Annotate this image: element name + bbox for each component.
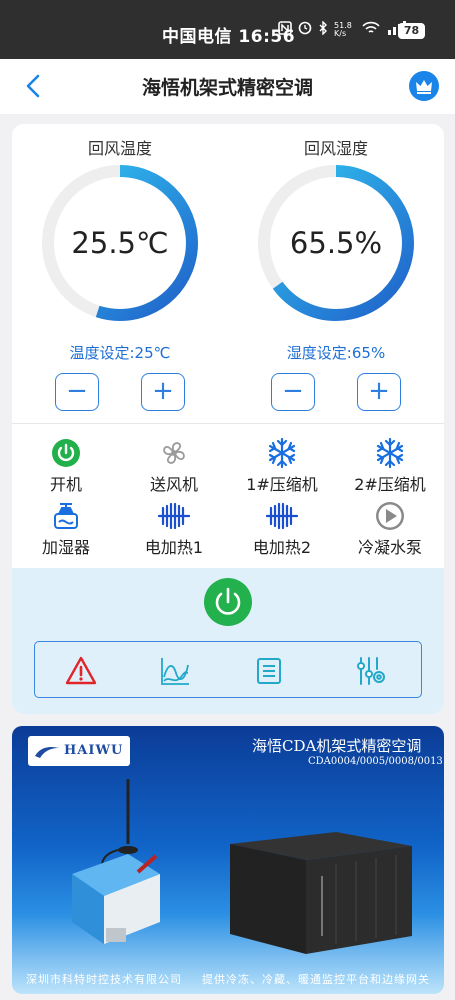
device-power[interactable]: 开机 [12, 437, 120, 497]
battery-indicator: 78 [398, 23, 425, 39]
device-label: 开机 [49, 475, 82, 494]
humidity-setpoint: 湿度设定:65% [286, 344, 386, 362]
fan-icon [163, 442, 185, 464]
pump-play-icon [376, 502, 404, 530]
device-label: 2#压缩机 [354, 475, 426, 494]
temperature-value: 25.5℃ [71, 226, 169, 260]
device-electric-heater-2[interactable]: 电加热2 [228, 500, 336, 560]
temperature-gauge: 回风温度 25.5℃ 温度设定:25℃ − + [12, 124, 228, 414]
humidity-decrease-button[interactable]: − [271, 373, 315, 411]
temperature-setpoint: 温度设定:25℃ [69, 344, 171, 362]
list-icon[interactable] [253, 655, 285, 687]
banner-models: CDA0004/0005/0008/0013 [308, 756, 443, 767]
power-on-icon [52, 439, 80, 467]
nav-bar: 海悟机架式精密空调 [0, 59, 455, 114]
status-icons: 51.8 K/s [278, 20, 406, 39]
page-title: 海悟机架式精密空调 [141, 77, 313, 99]
net-speed: 51.8 K/s [334, 21, 352, 38]
humidifier-icon [54, 503, 78, 529]
device-label: 送风机 [149, 475, 198, 494]
banner-slogan: 提供冷冻、冷藏、暖通监控平台和边缘网关 [202, 973, 430, 986]
brand-name: HAIWU [64, 743, 124, 758]
temperature-increase-button[interactable]: + [141, 373, 185, 411]
settings-sliders-icon[interactable] [355, 655, 387, 687]
crown-icon[interactable] [409, 71, 439, 101]
device-compressor-2[interactable]: 2#压缩机 [336, 437, 444, 497]
product-banner[interactable]: HAIWU 海悟CDA机架式精密空调 CDA0004/0005/0008/001… [12, 726, 444, 994]
snowflake-icon [376, 437, 404, 469]
heater-icon [266, 502, 298, 530]
device-compressor-1[interactable]: 1#压缩机 [228, 437, 336, 497]
function-toolbar [34, 641, 422, 698]
alarm-clock-icon [298, 21, 312, 39]
main-card: 回风温度 25.5℃ 温度设定:25℃ − + 回风湿度 65.5% 湿度设定:… [12, 124, 444, 714]
status-carrier-time: 中国电信 16:56 [162, 27, 296, 47]
bluetooth-icon [318, 20, 328, 39]
device-label: 冷凝水泵 [357, 538, 422, 557]
brand-logo: HAIWU [28, 736, 130, 766]
power-icon [215, 587, 241, 615]
device-electric-heater-1[interactable]: 电加热1 [120, 500, 228, 560]
divider [12, 423, 444, 424]
device-supply-fan[interactable]: 送风机 [120, 437, 228, 497]
nfc-icon [278, 21, 292, 39]
device-humidifier[interactable]: 加湿器 [12, 500, 120, 560]
rack-ac-unit-image [230, 832, 412, 954]
wifi-icon [362, 21, 380, 39]
status-bar: 中国电信 16:56 51.8 K/s 78 [0, 0, 455, 59]
temperature-label: 回风温度 [87, 139, 152, 158]
gateway-device-image [72, 854, 160, 944]
power-button[interactable] [204, 578, 252, 626]
heater-icon [158, 502, 190, 530]
device-condensate-pump[interactable]: 冷凝水泵 [336, 500, 444, 560]
snowflake-icon [268, 437, 296, 469]
device-label: 1#压缩机 [246, 475, 318, 494]
device-label: 电加热2 [252, 538, 312, 557]
brand-logo-icon [35, 747, 59, 758]
trend-chart-icon[interactable] [159, 655, 191, 687]
humidity-value: 65.5% [289, 226, 383, 260]
temperature-decrease-button[interactable]: − [55, 373, 99, 411]
banner-company: 深圳市科特时控技术有限公司 [26, 973, 182, 986]
device-label: 电加热1 [144, 538, 204, 557]
humidity-gauge: 回风湿度 65.5% 湿度设定:65% − + [228, 124, 444, 414]
humidity-label: 回风湿度 [303, 139, 368, 158]
control-panel [12, 568, 444, 714]
alarm-icon[interactable] [65, 655, 97, 687]
banner-title: 海悟CDA机架式精密空调 [252, 737, 422, 755]
device-label: 加湿器 [41, 538, 90, 557]
humidity-increase-button[interactable]: + [357, 373, 401, 411]
